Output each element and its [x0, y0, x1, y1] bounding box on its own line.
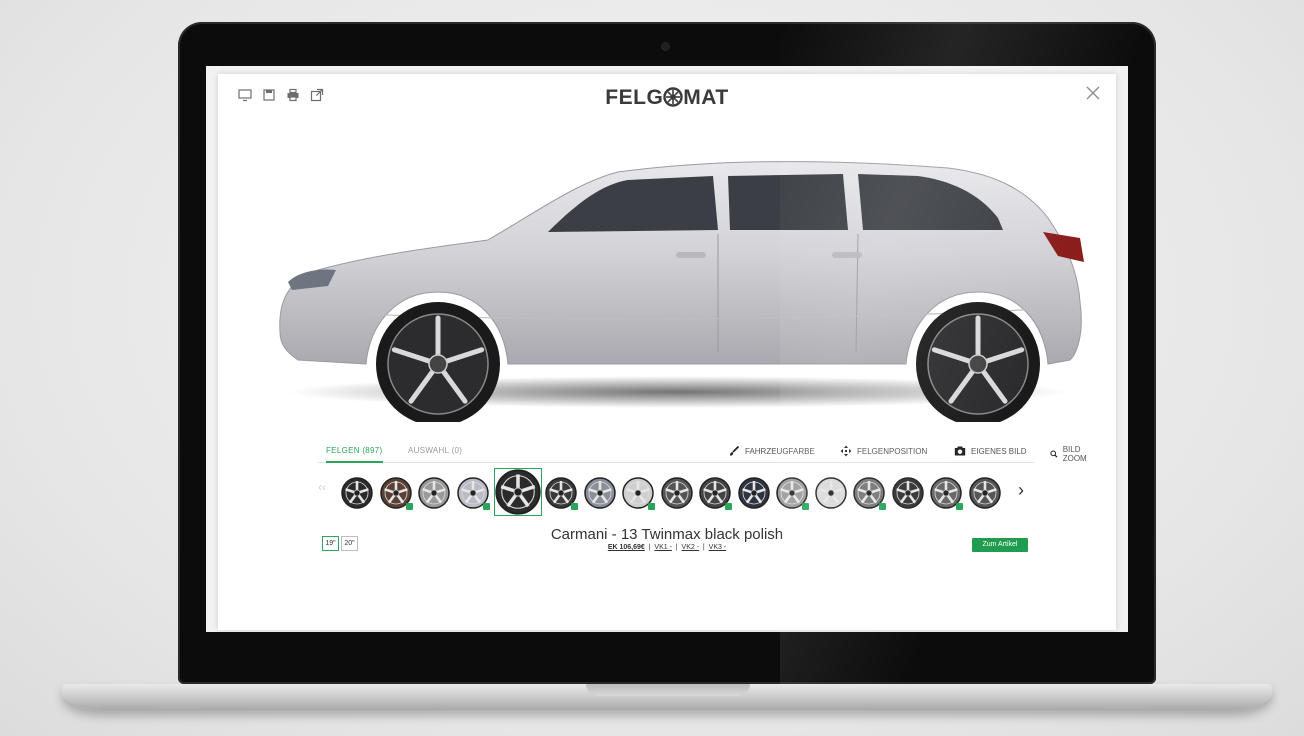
move-icon: [840, 445, 852, 457]
car-preview: [279, 161, 1084, 422]
bild-zoom-button[interactable]: BILD ZOOM: [1050, 445, 1091, 463]
rim-icon: [968, 477, 1001, 509]
availability-dot: [725, 503, 732, 510]
wheel-thumbnail[interactable]: [583, 476, 617, 510]
tab-auswahl[interactable]: AUSWAHL (0): [408, 446, 462, 455]
wheel-thumbnail[interactable]: [968, 476, 1002, 510]
zoom-icon: [1050, 450, 1058, 458]
wheel-thumbnail[interactable]: [929, 476, 963, 510]
vk2-price: VK2 -: [681, 544, 700, 551]
availability-dot: [482, 503, 490, 510]
wheel-thumbnail[interactable]: [891, 476, 925, 510]
wheel-thumbnail[interactable]: [775, 476, 809, 510]
availability-dot: [802, 503, 809, 510]
wheel-thumbnail[interactable]: [814, 476, 848, 510]
felgomat-logo: FELG MAT: [218, 86, 1116, 110]
ek-price: EK 106,69€: [607, 544, 645, 551]
availability-dot: [571, 503, 578, 510]
zum-artikel-button[interactable]: Zum Artikel: [972, 538, 1028, 552]
wheel-thumbnail[interactable]: [737, 476, 771, 510]
logo-text-right: MAT: [683, 86, 729, 109]
rim-icon: [418, 477, 450, 509]
wheel-thumbnail[interactable]: [340, 476, 374, 510]
rim-icon: [891, 477, 924, 509]
availability-dot: [648, 503, 655, 510]
eigenes-bild-label: EIGENES BILD: [971, 446, 1027, 456]
screen: FELG MAT FELGEN (897) AUSWAHL (0) FAHRZE…: [206, 66, 1128, 632]
carousel-prev-button[interactable]: ‹‹: [318, 480, 326, 494]
rim-icon: [495, 469, 541, 515]
felgomat-modal: FELG MAT FELGEN (897) AUSWAHL (0) FAHRZE…: [218, 74, 1116, 630]
wheel-thumbnail[interactable]: [852, 476, 886, 510]
laptop-notch: [586, 684, 750, 696]
availability-dot: [879, 503, 886, 510]
wheel-thumbnail[interactable]: [621, 476, 655, 510]
rim-icon: [737, 477, 770, 509]
rim-icon: [583, 477, 616, 509]
bild-zoom-label: BILD ZOOM: [1062, 445, 1087, 463]
wheel-thumbnail[interactable]: [544, 476, 578, 510]
logo-gear-icon: [663, 87, 683, 107]
wheel-thumbnail-selected[interactable]: [494, 468, 542, 516]
wheel-thumbnail[interactable]: [698, 476, 732, 510]
webcam: [661, 42, 670, 51]
availability-dot: [405, 503, 413, 510]
wheel-carousel: ‹‹ ›: [318, 468, 1034, 518]
felgenposition-button[interactable]: FELGENPOSITION: [840, 445, 927, 457]
logo-text-left: FELG: [605, 86, 664, 109]
front-wheel: [376, 302, 500, 422]
fahrzeugfarbe-button[interactable]: FAHRZEUGFARBE: [728, 445, 815, 457]
tab-felgen[interactable]: FELGEN (897): [326, 446, 383, 463]
brush-icon: [730, 445, 740, 456]
wheel-thumbnail[interactable]: [456, 476, 490, 510]
wheel-thumbnail[interactable]: [417, 476, 451, 510]
bottom-bezel: [206, 632, 1128, 672]
camera-icon: [954, 446, 966, 456]
wheel-thumbnail[interactable]: [660, 476, 694, 510]
vk1-price: VK1 -: [654, 544, 672, 551]
rim-icon: [814, 477, 847, 509]
wheel-thumbnail[interactable]: [379, 476, 413, 510]
felgenposition-label: FELGENPOSITION: [857, 446, 928, 456]
close-icon[interactable]: [1084, 84, 1102, 102]
eigenes-bild-button[interactable]: EIGENES BILD: [954, 445, 1027, 457]
rim-icon: [341, 477, 373, 509]
vk3-price: VK3 -: [708, 544, 727, 551]
fahrzeugfarbe-label: FAHRZEUGFARBE: [745, 446, 815, 456]
availability-dot: [956, 503, 963, 510]
rim-icon: [660, 477, 693, 509]
carousel-next-button[interactable]: ›: [1018, 480, 1024, 501]
rear-wheel: [916, 302, 1040, 422]
tabs-row: FELGEN (897) AUSWAHL (0) FAHRZEUGFARBE F…: [318, 440, 1087, 463]
